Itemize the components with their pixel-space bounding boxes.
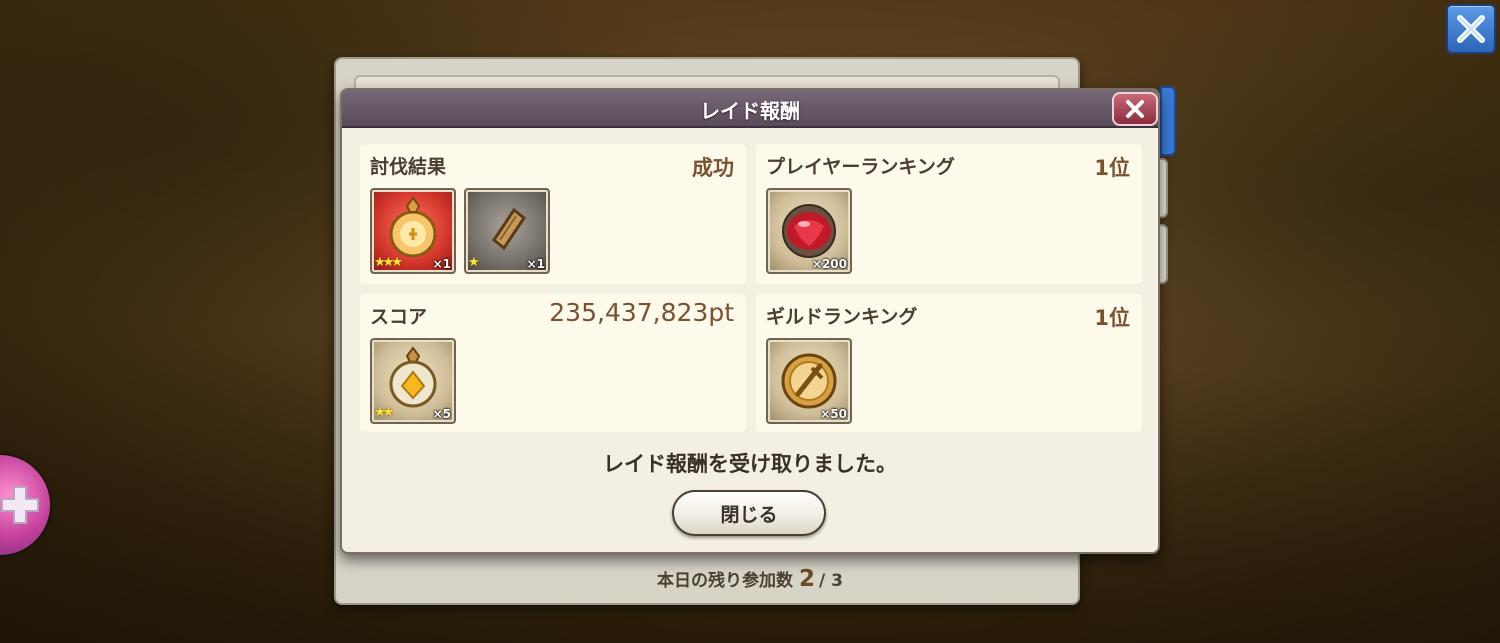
result-card: 討伐結果 成功 ★★★ ×1 ★ ×1 <box>360 144 746 284</box>
player-ranking-card: プレイヤーランキング 1位 ×200 <box>756 144 1142 284</box>
sword-medal-icon <box>781 353 837 409</box>
result-label: 討伐結果 <box>370 156 447 178</box>
scroll-icon <box>491 207 527 251</box>
close-button[interactable]: 閉じる <box>672 490 826 536</box>
screen-close-button[interactable] <box>1446 4 1496 54</box>
remaining-participation: 本日の残り参加数 2/ 3 <box>0 566 1500 592</box>
rarity-stars: ★ <box>468 255 480 270</box>
remaining-total: / 3 <box>819 571 843 591</box>
score-card: スコア 235,437,823pt ★★ ×5 <box>360 294 746 432</box>
player-ranking-value: 1位 <box>1094 156 1130 180</box>
gold-orb-icon <box>389 346 437 408</box>
close-icon <box>1457 15 1485 43</box>
score-label: スコア <box>370 306 428 328</box>
player-ranking-label: プレイヤーランキング <box>766 156 955 178</box>
remaining-label: 本日の残り参加数 <box>657 571 793 591</box>
rarity-stars: ★★ <box>374 405 394 420</box>
item-count: ×1 <box>432 257 451 271</box>
item-count: ×200 <box>811 257 847 271</box>
close-icon <box>1126 100 1144 118</box>
reward-item[interactable]: ×200 <box>766 188 852 274</box>
item-count: ×1 <box>526 257 545 271</box>
raid-reward-dialog: レイド報酬 討伐結果 成功 ★★★ ×1 ★ ×1 プレイヤーランキング 1位 … <box>340 88 1160 554</box>
guild-ranking-label: ギルドランキング <box>766 306 918 328</box>
score-value: 235,437,823pt <box>549 298 734 327</box>
lamp-orb-icon <box>389 196 437 258</box>
remaining-count: 2 <box>799 566 816 592</box>
dpad-icon <box>1 486 39 524</box>
dialog-title: レイド報酬 <box>700 99 800 123</box>
reward-item[interactable]: ×50 <box>766 338 852 424</box>
dialog-header: レイド報酬 <box>342 90 1158 128</box>
reward-item[interactable]: ★ ×1 <box>464 188 550 274</box>
guild-ranking-card: ギルドランキング 1位 ×50 <box>756 294 1142 432</box>
result-value: 成功 <box>692 156 734 180</box>
rarity-stars: ★★★ <box>374 255 403 270</box>
item-count: ×5 <box>432 407 451 421</box>
ruby-gem-icon <box>782 204 836 258</box>
guild-ranking-value: 1位 <box>1094 306 1130 330</box>
reward-received-message: レイド報酬を受け取りました。 <box>603 452 897 476</box>
side-tab-active[interactable] <box>1160 86 1176 156</box>
reward-item[interactable]: ★★ ×5 <box>370 338 456 424</box>
reward-item[interactable]: ★★★ ×1 <box>370 188 456 274</box>
dialog-close-button[interactable] <box>1112 92 1158 126</box>
item-count: ×50 <box>820 407 847 421</box>
